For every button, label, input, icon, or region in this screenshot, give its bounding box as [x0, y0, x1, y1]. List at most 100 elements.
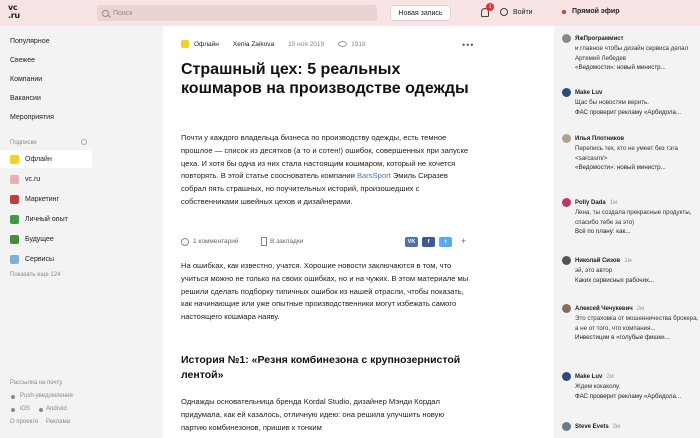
feed-time: 1м: [609, 199, 618, 206]
barssport-link[interactable]: BarsSport: [357, 171, 391, 180]
feed-item[interactable]: Polly Dada 1м Лена, ты создала прекрасные…: [562, 198, 700, 236]
personal-icon: [10, 214, 19, 224]
settings-gear-icon[interactable]: [81, 139, 87, 145]
section-heading: История №1: «Резня комбинезона с крупноз…: [181, 354, 461, 381]
feed-source[interactable]: «Ведомости»: новый министр...: [575, 63, 700, 72]
bookmark-icon[interactable]: [261, 237, 267, 246]
feed-author[interactable]: ЯжПрограммист: [575, 36, 624, 42]
about-link[interactable]: О проекте: [10, 419, 38, 425]
feed-source[interactable]: ФАС проверит рекламу «Арбидола...: [575, 108, 700, 117]
feed-item[interactable]: Николай Сизов 1м эй, это автор Каких серв…: [562, 256, 700, 285]
feed-source[interactable]: Всё по плану: как...: [575, 227, 700, 236]
ios-link[interactable]: iOS: [20, 406, 30, 412]
show-more-link[interactable]: Показать еще 124: [10, 272, 60, 278]
newsletter-link[interactable]: Рассылка на почту: [10, 380, 62, 386]
feed-author[interactable]: Make Luv: [575, 374, 602, 380]
feed-author[interactable]: Steve Evets: [575, 424, 609, 430]
feed-text[interactable]: и главное чтобы дизайн сервиса делал Арт…: [575, 44, 700, 63]
offline-icon: [181, 40, 189, 48]
facebook-share-button[interactable]: f: [422, 237, 435, 247]
sub-label: Маркетинг: [25, 195, 60, 203]
feed-item[interactable]: Илья Плотников Перепись тех, кто не умее…: [562, 134, 700, 172]
search-input[interactable]: Поиск: [97, 5, 377, 21]
more-share-icon[interactable]: +: [461, 236, 466, 246]
feed-text[interactable]: Ждем кокаколу.: [575, 382, 700, 392]
eye-icon: [338, 41, 348, 47]
feed-author[interactable]: Make Luv: [575, 90, 602, 96]
bookmark-button[interactable]: В закладки: [270, 238, 303, 245]
article-body: На ошибках, как известно, учатся. Хороши…: [181, 261, 469, 322]
sub-item-personal[interactable]: Личный опыт: [0, 210, 92, 228]
sub-label: Сервисы: [25, 255, 55, 263]
sub-item-vcru[interactable]: vc.ru: [0, 170, 92, 188]
avatar: [562, 422, 571, 431]
feed-time: 2м: [606, 373, 614, 380]
logo-line-2: .ru: [8, 11, 20, 20]
ads-link[interactable]: Реклама: [46, 419, 70, 425]
avatar: [562, 88, 571, 97]
nav-companies[interactable]: Компании: [10, 76, 42, 83]
avatar: [562, 256, 571, 265]
feed-item[interactable]: Make Luv Щас бы новостям верить. ФАС про…: [562, 88, 700, 117]
left-sidebar: Популярное Свежее Компании Вакансии Меро…: [0, 26, 97, 438]
feed-source[interactable]: ФАС проверит рекламу «Арбидола...: [575, 392, 700, 401]
nav-vacancies[interactable]: Вакансии: [10, 95, 41, 102]
feed-item[interactable]: Make Luv 2м Ждем кокаколу. ФАС проверит р…: [562, 372, 700, 401]
twitter-share-button[interactable]: t: [439, 237, 452, 247]
nav-events[interactable]: Мероприятия: [10, 114, 54, 121]
live-label: Прямой эфир: [572, 8, 620, 15]
sub-item-marketing[interactable]: Маркетинг: [0, 190, 92, 208]
article-lead: Почти у каждого владельца бизнеса по про…: [181, 132, 469, 209]
live-dot-icon: [562, 9, 566, 14]
sub-label: Будущее: [25, 235, 54, 243]
avatar: [562, 304, 571, 313]
sub-item-future[interactable]: Будущее: [0, 230, 92, 248]
views-count: 1918: [351, 40, 366, 48]
future-icon: [10, 234, 19, 244]
search-placeholder: Поиск: [113, 9, 133, 17]
avatar: [562, 134, 571, 143]
login-label: Войти: [513, 8, 533, 16]
feed-author[interactable]: Николай Сизов: [575, 258, 620, 264]
comments-link[interactable]: 1 комментарий: [193, 238, 239, 245]
article-title[interactable]: Страшный цех: 5 реальных кошмаров на про…: [181, 60, 481, 98]
more-options-icon[interactable]: •••: [462, 40, 474, 50]
feed-text[interactable]: Лена, ты создала прекрасные продукты, сп…: [575, 208, 700, 227]
site-logo[interactable]: vc .ru: [8, 4, 26, 22]
nav-popular[interactable]: Популярное: [10, 38, 49, 45]
vk-share-button[interactable]: VK: [405, 237, 418, 247]
feed-item[interactable]: Алексей Чечукевич 2м Это страховка от мош…: [562, 304, 700, 342]
android-icon: [39, 408, 43, 412]
subscriptions-label: Подписки: [10, 140, 37, 146]
feed-author[interactable]: Илья Плотников: [575, 136, 624, 142]
feed-time: 1м: [624, 257, 632, 264]
sub-item-offline[interactable]: Офлайн: [0, 150, 92, 168]
push-link[interactable]: Push-уведомления: [20, 393, 73, 399]
feed-text[interactable]: эй, это автор: [575, 266, 700, 276]
feed-item[interactable]: Steve Evets 2м: [562, 422, 700, 431]
feed-text[interactable]: Перепись тех, кто не умеет без тэга <sar…: [575, 144, 700, 163]
feed-time: 2м: [612, 423, 621, 430]
feed-text[interactable]: Щас бы новостям верить.: [575, 98, 700, 108]
comment-icon[interactable]: [181, 238, 189, 246]
article-category[interactable]: Офлайн: [194, 41, 219, 48]
article-author[interactable]: Xenia Zaikova: [233, 41, 274, 48]
feed-text[interactable]: Это страховка от мошенничества брокера, …: [575, 314, 700, 333]
feed-time: 2м: [636, 305, 645, 312]
feed-author[interactable]: Алексей Чечукевич: [575, 306, 633, 312]
feed-source[interactable]: Инвестиции в «голубые фишки...: [575, 333, 700, 342]
feed-source[interactable]: «Ведомости»: новый министр...: [575, 163, 700, 172]
apple-icon: [11, 408, 15, 412]
push-icon: [11, 395, 15, 399]
feed-source[interactable]: Каких сервисных рабочих...: [575, 276, 700, 285]
feed-item[interactable]: ЯжПрограммист и главное чтобы дизайн сер…: [562, 34, 700, 72]
sub-item-services[interactable]: Сервисы: [0, 250, 92, 268]
new-post-button[interactable]: Новая запись: [390, 5, 451, 21]
article-meta: Офлайн Xenia Zaikova 15 ноя 2019 1918: [181, 40, 366, 48]
nav-fresh[interactable]: Свежее: [10, 57, 35, 64]
services-icon: [10, 254, 19, 264]
login-button[interactable]: Войти: [500, 8, 533, 16]
notification-badge: 1: [486, 3, 494, 11]
android-link[interactable]: Android: [46, 406, 67, 412]
feed-author[interactable]: Polly Dada: [575, 200, 606, 206]
